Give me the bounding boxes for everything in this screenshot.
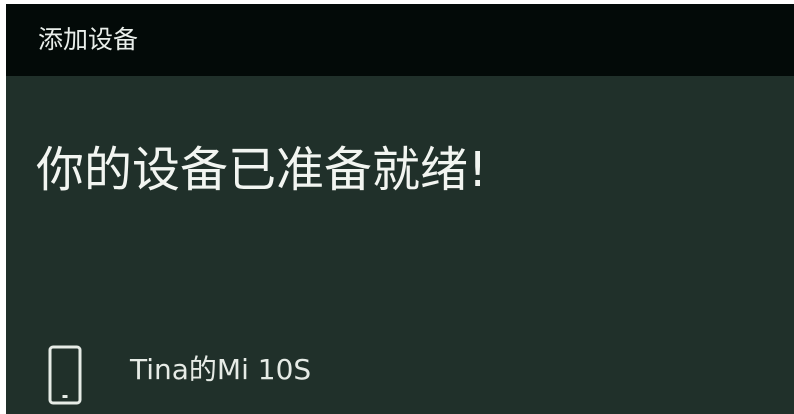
phone-icon <box>46 344 86 408</box>
device-name: Tina的Mi 10S <box>130 353 312 386</box>
window-title: 添加设备 <box>38 25 139 54</box>
add-device-window: 添加设备 你的设备已准备就绪! Tina的Mi 10S <box>6 4 794 414</box>
device-list-item[interactable]: Tina的Mi 10S <box>6 334 794 414</box>
ready-headline: 你的设备已准备就绪! <box>36 142 488 198</box>
title-bar: 添加设备 <box>6 4 794 76</box>
